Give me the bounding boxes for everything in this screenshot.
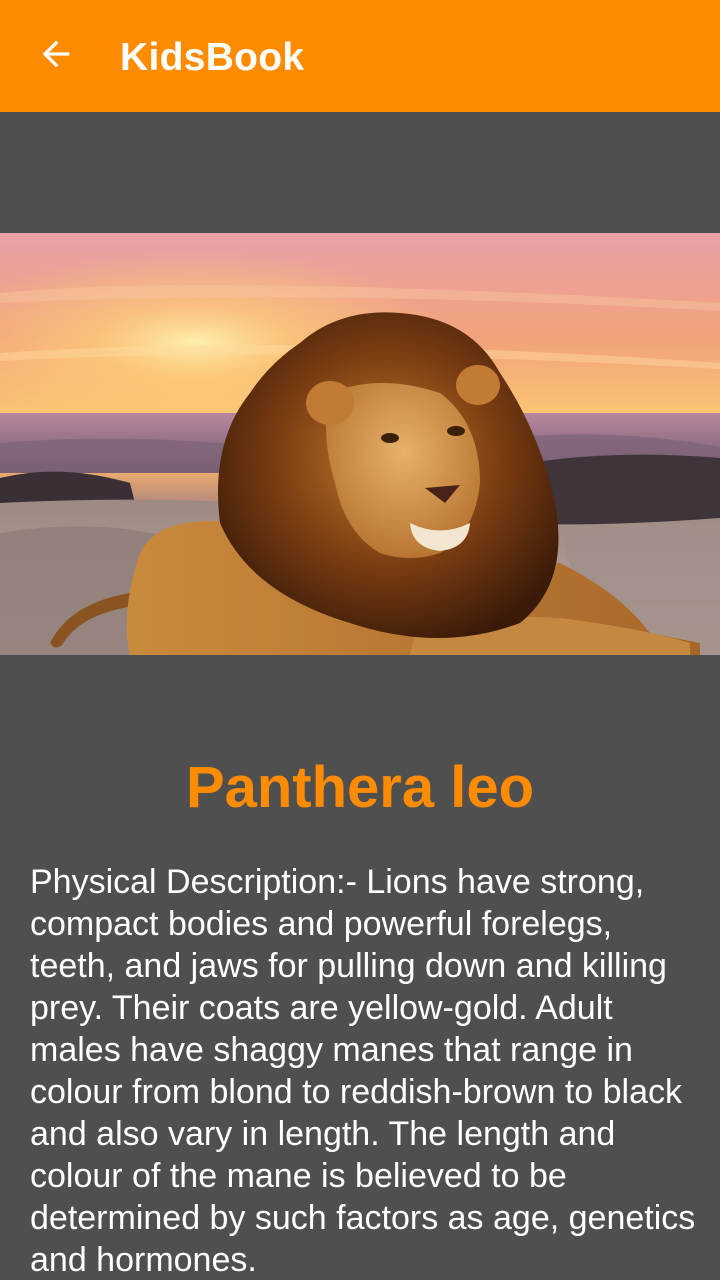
animal-description: Physical Description:- Lions have strong… [30, 863, 696, 1279]
animal-name: Panthera leo [185, 755, 535, 820]
lion-image [0, 233, 720, 655]
back-button[interactable] [20, 20, 92, 92]
arrow-left-icon [36, 34, 76, 79]
toolbar-title: KidsBook [120, 36, 305, 79]
app-screen: KidsBook Panthera leo Physical Descripti… [0, 0, 720, 1280]
app-toolbar: KidsBook [0, 0, 720, 112]
